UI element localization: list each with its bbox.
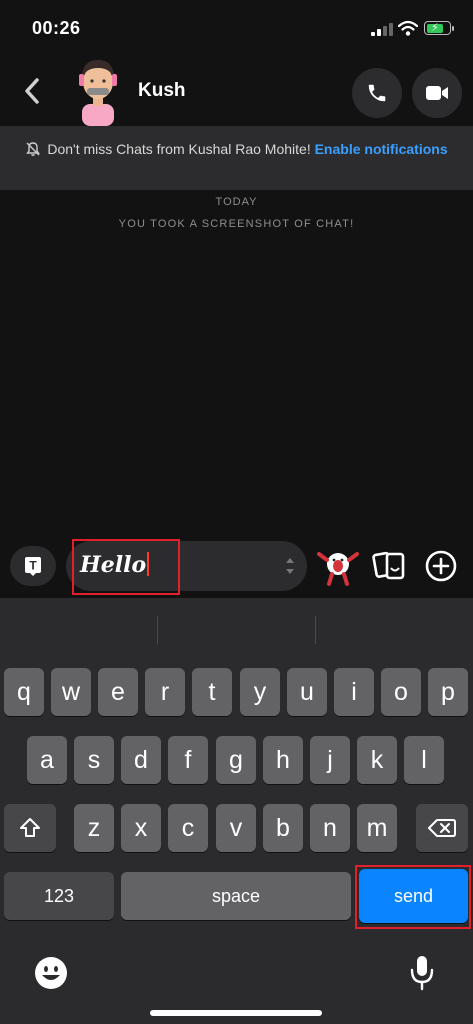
- key-p[interactable]: p: [428, 668, 468, 716]
- chat-header: Kush: [0, 56, 473, 126]
- status-time: 00:26: [32, 18, 81, 38]
- key-x[interactable]: x: [121, 804, 161, 852]
- key-q[interactable]: q: [4, 668, 44, 716]
- key-y[interactable]: y: [240, 668, 280, 716]
- bitmoji-button[interactable]: [316, 546, 360, 588]
- text-icon: T: [25, 557, 41, 576]
- key-m[interactable]: m: [357, 804, 397, 852]
- mic-icon[interactable]: [408, 954, 436, 992]
- date-label: TODAY: [215, 196, 258, 208]
- shift-icon: [20, 818, 40, 837]
- phone-icon: [368, 84, 386, 102]
- message-field-highlight: [72, 539, 180, 595]
- key-z[interactable]: z: [74, 804, 114, 852]
- composer-row: T Hello: [0, 534, 473, 598]
- text-style-button[interactable]: T: [10, 546, 56, 586]
- key-t[interactable]: t: [192, 668, 232, 716]
- delete-key[interactable]: [416, 804, 468, 852]
- key-a[interactable]: a: [27, 736, 67, 784]
- sticker-icon[interactable]: [372, 548, 408, 584]
- emoji-icon[interactable]: [34, 956, 68, 990]
- prediction-bar[interactable]: [0, 598, 473, 654]
- numbers-key[interactable]: 123: [4, 872, 114, 920]
- keyboard-bottom-bar: [0, 934, 473, 1024]
- key-n[interactable]: n: [310, 804, 350, 852]
- video-call-button[interactable]: [412, 68, 462, 118]
- system-message: YOU TOOK A SCREENSHOT OF CHAT!: [118, 218, 355, 230]
- delete-icon: [428, 819, 456, 837]
- bell-off-icon: [26, 142, 41, 156]
- back-icon[interactable]: [18, 74, 48, 108]
- key-u[interactable]: u: [287, 668, 327, 716]
- send-key-highlight: [355, 865, 471, 929]
- key-j[interactable]: j: [310, 736, 350, 784]
- chat-area[interactable]: TODAY YOU TOOK A SCREENSHOT OF CHAT!: [0, 190, 473, 534]
- key-h[interactable]: h: [263, 736, 303, 784]
- key-c[interactable]: c: [168, 804, 208, 852]
- battery-icon: ⚡: [424, 21, 454, 35]
- key-b[interactable]: b: [263, 804, 303, 852]
- home-indicator[interactable]: [150, 1010, 322, 1016]
- status-bar: 00:26 ⚡: [0, 0, 473, 56]
- notification-banner: Don't miss Chats from Kushal Rao Mohite!…: [0, 126, 473, 190]
- video-icon: [426, 86, 448, 100]
- wifi-icon: [398, 20, 418, 36]
- banner-text: Don't miss Chats from Kushal Rao Mohite!: [47, 141, 311, 157]
- key-f[interactable]: f: [168, 736, 208, 784]
- key-e[interactable]: e: [98, 668, 138, 716]
- key-l[interactable]: l: [404, 736, 444, 784]
- key-s[interactable]: s: [74, 736, 114, 784]
- shift-key[interactable]: [4, 804, 56, 852]
- call-button[interactable]: [352, 68, 402, 118]
- key-g[interactable]: g: [216, 736, 256, 784]
- avatar[interactable]: [70, 56, 126, 126]
- contact-name[interactable]: Kush: [138, 80, 186, 102]
- key-i[interactable]: i: [334, 668, 374, 716]
- font-stepper-icon[interactable]: [285, 555, 295, 577]
- key-d[interactable]: d: [121, 736, 161, 784]
- key-o[interactable]: o: [381, 668, 421, 716]
- enable-notifications-link[interactable]: Enable notifications: [315, 141, 448, 157]
- key-r[interactable]: r: [145, 668, 185, 716]
- svg-text:T: T: [29, 559, 37, 573]
- key-k[interactable]: k: [357, 736, 397, 784]
- key-w[interactable]: w: [51, 668, 91, 716]
- key-v[interactable]: v: [216, 804, 256, 852]
- signal-icon: [371, 22, 393, 36]
- plus-icon[interactable]: [424, 549, 458, 583]
- space-key[interactable]: space: [121, 872, 351, 920]
